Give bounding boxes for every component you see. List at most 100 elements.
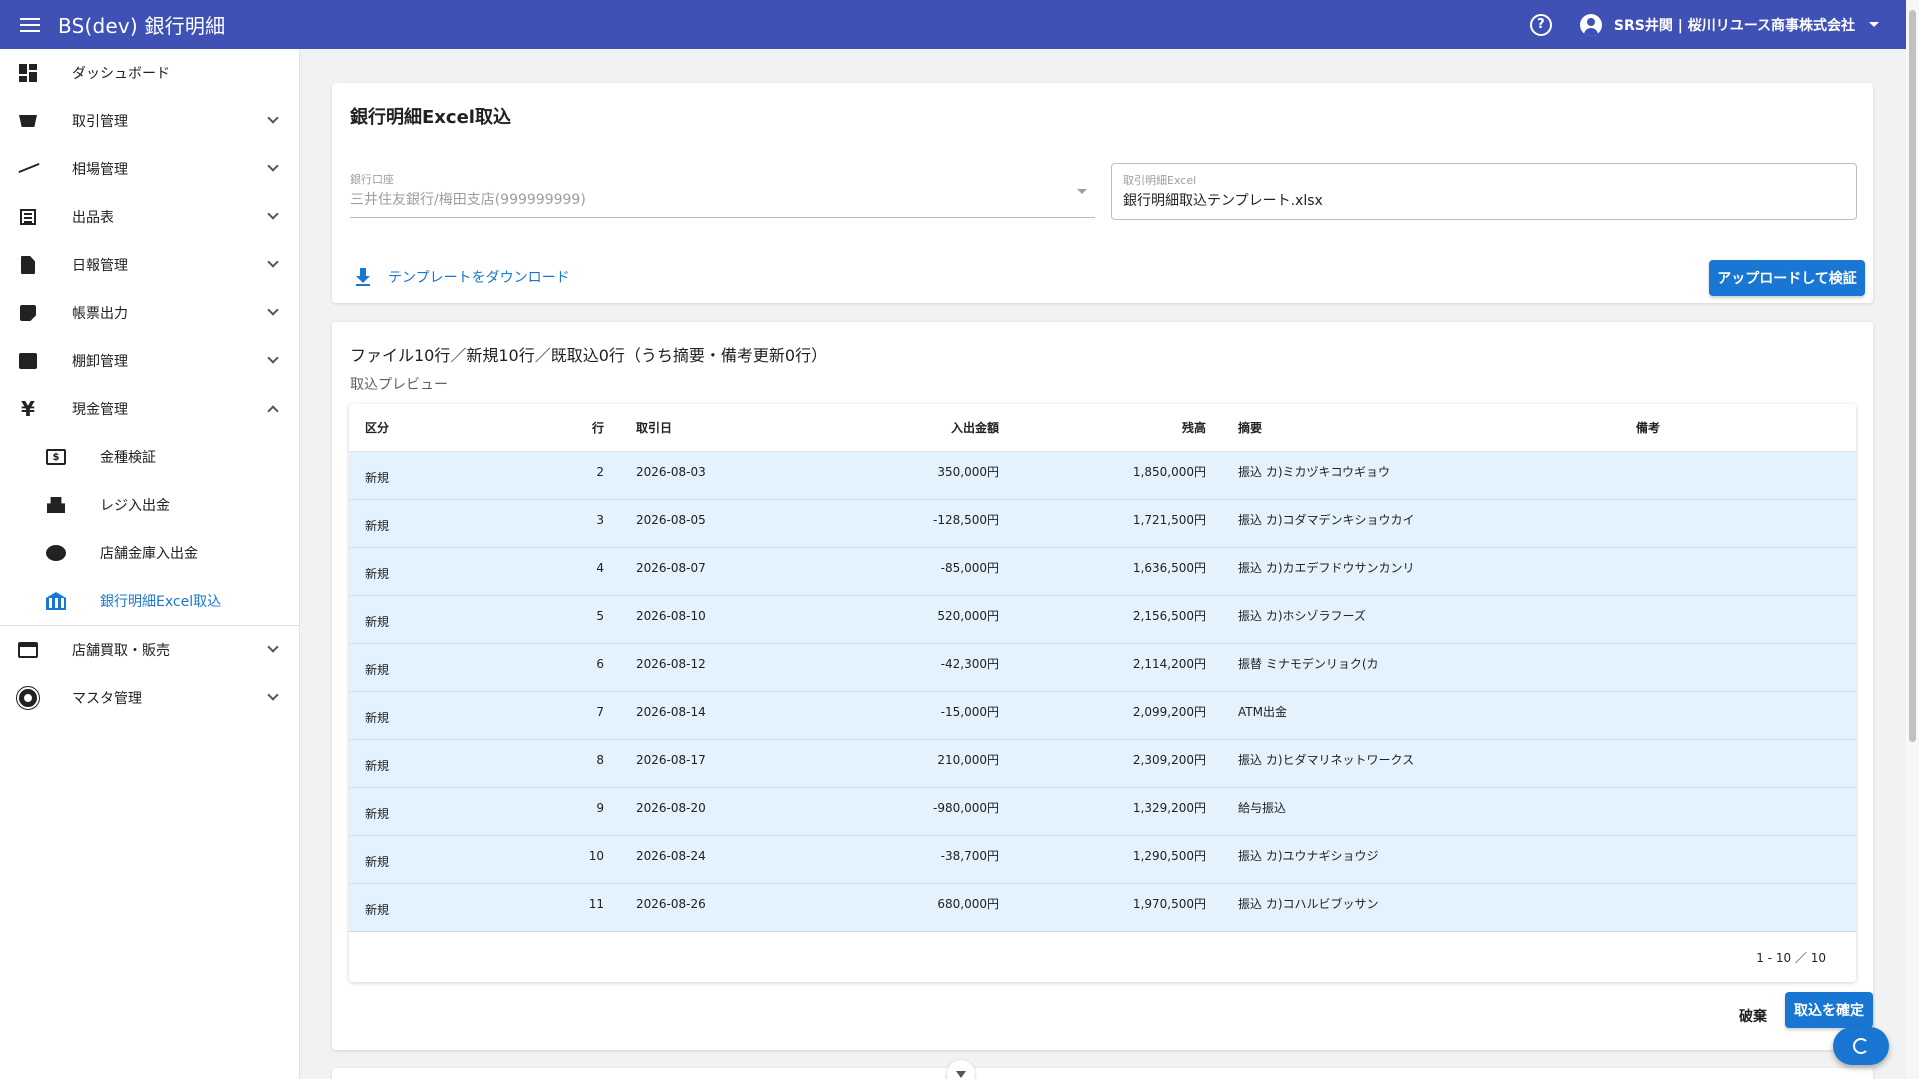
table-row[interactable]: 新規 4 2026-08-07 -85,000円 1,636,500円 振込 カ)カエデフ…: [349, 548, 1856, 596]
column-header-amount[interactable]: 入出金額: [779, 419, 999, 436]
column-header-note[interactable]: 備考: [1636, 419, 1836, 436]
cell-row: 3: [596, 512, 604, 527]
sidebar-item-master[interactable]: マスタ管理: [0, 674, 299, 722]
cell-date: 2026-08-07: [636, 560, 706, 575]
scrollbar-thumb[interactable]: [1909, 10, 1916, 742]
sidebar-item-register-cash[interactable]: レジ入出金: [0, 481, 299, 529]
help-icon[interactable]: ?: [1529, 13, 1552, 36]
sidebar-item-cash[interactable]: ¥ 現金管理: [0, 385, 299, 433]
column-header-description[interactable]: 摘要: [1206, 419, 1636, 436]
cell-kubun: 新規: [365, 615, 390, 629]
sidebar-item-bank-import[interactable]: 銀行明細Excel取込: [0, 577, 299, 625]
sidebar-item-label: 金種検証: [100, 450, 156, 466]
cell-row: 10: [588, 848, 604, 863]
store-icon: [18, 640, 38, 660]
column-header-balance[interactable]: 残高: [999, 419, 1206, 436]
pagination-info: 1 - 10 ／ 10: [1756, 951, 1826, 965]
sidebar-item-daily-report[interactable]: 日報管理: [0, 241, 299, 289]
cell-date: 2026-08-26: [636, 896, 706, 911]
confirm-import-button[interactable]: 取込を確定: [1785, 992, 1873, 1028]
cell-date: 2026-08-17: [636, 752, 706, 767]
trending-icon: [18, 159, 38, 179]
yen-icon: ¥: [21, 397, 35, 421]
sidebar-item-forms[interactable]: 帳票出力: [0, 289, 299, 337]
cell-kubun: 新規: [365, 663, 390, 677]
cell-description: 給与振込: [1238, 801, 1287, 815]
cell-date: 2026-08-24: [636, 848, 706, 863]
cell-description: 振込 カ)ユウナギショウジ: [1238, 849, 1379, 863]
cell-balance: 1,636,500円: [1132, 561, 1206, 575]
refresh-icon: [1853, 1038, 1869, 1054]
cell-description: 振込 カ)コハルビブッサン: [1238, 897, 1379, 911]
excel-file-label: 取引明細Excel: [1123, 174, 1197, 187]
sidebar-item-transactions[interactable]: 取引管理: [0, 97, 299, 145]
cell-date: 2026-08-20: [636, 800, 706, 815]
chevron-down-icon: [267, 208, 279, 220]
sidebar-item-dashboard[interactable]: ダッシュボード: [0, 49, 299, 97]
list-icon: [18, 207, 38, 227]
cell-balance: 2,309,200円: [1132, 753, 1206, 767]
table-row[interactable]: 新規 8 2026-08-17 210,000円 2,309,200円 振込 カ)ヒダマリ…: [349, 740, 1856, 788]
sidebar-item-store-safe[interactable]: 店舗金庫入出金: [0, 529, 299, 577]
table-row[interactable]: 新規 9 2026-08-20 -980,000円 1,329,200円 給与振込: [349, 788, 1856, 836]
sidebar-item-label: 店舗金庫入出金: [100, 546, 198, 562]
refresh-fab[interactable]: [1833, 1027, 1889, 1065]
cell-amount: -42,300円: [940, 657, 999, 671]
sidebar-item-label: 日報管理: [72, 258, 128, 274]
import-card: 銀行明細Excel取込 銀行口座 三井住友銀行/梅田支店(999999999) …: [332, 83, 1873, 303]
table-row[interactable]: 新規 6 2026-08-12 -42,300円 2,114,200円 振替 ミナモデンリ…: [349, 644, 1856, 692]
piggy-bank-icon: [46, 543, 66, 563]
menu-icon[interactable]: [16, 11, 44, 39]
cell-description: 振込 カ)コダマデンキショウカイ: [1238, 513, 1415, 527]
table-row[interactable]: 新規 10 2026-08-24 -38,700円 1,290,500円 振込 カ)ユウナ…: [349, 836, 1856, 884]
upload-verify-button[interactable]: アップロードして検証: [1709, 260, 1865, 296]
sidebar-item-store-trade[interactable]: 店舗買取・販売: [0, 626, 299, 674]
dashboard-icon: [18, 63, 38, 83]
cell-description: 振込 カ)ヒダマリネットワークス: [1238, 753, 1415, 767]
discard-button[interactable]: 破棄: [1739, 998, 1767, 1034]
table-row[interactable]: 新規 5 2026-08-10 520,000円 2,156,500円 振込 カ)ホシゾラ…: [349, 596, 1856, 644]
sidebar-item-listing[interactable]: 出品表: [0, 193, 299, 241]
cell-amount: -128,500円: [933, 513, 999, 527]
table-row[interactable]: 新規 11 2026-08-26 680,000円 1,970,500円 振込 カ)コハル…: [349, 884, 1856, 932]
user-name[interactable]: SRS井関 | 桜川リユース商事株式会社: [1614, 15, 1855, 35]
download-template-link[interactable]: テンプレートをダウンロード: [350, 267, 570, 287]
preview-table: 区分 行 取引日 入出金額 残高 摘要 備考 新規 2 2026-08-03 350,…: [349, 404, 1856, 982]
cell-balance: 2,099,200円: [1132, 705, 1206, 719]
cell-balance: 1,329,200円: [1132, 801, 1206, 815]
import-summary: ファイル10行／新規10行／既取込0行（うち摘要・備考更新0行）: [350, 346, 828, 365]
column-header-date[interactable]: 取引日: [604, 419, 779, 436]
chevron-down-icon: [267, 304, 279, 316]
cell-balance: 1,721,500円: [1132, 513, 1206, 527]
cell-balance: 1,290,500円: [1132, 849, 1206, 863]
column-header-kubun[interactable]: 区分: [349, 419, 479, 436]
cell-balance: 1,850,000円: [1132, 465, 1206, 479]
cell-balance: 2,114,200円: [1132, 657, 1206, 671]
cell-row: 4: [596, 560, 604, 575]
bank-account-value: 三井住友銀行/梅田支店(999999999): [350, 192, 586, 208]
cell-kubun: 新規: [365, 711, 390, 725]
dropdown-arrow-icon: [1077, 189, 1087, 194]
cell-amount: -38,700円: [940, 849, 999, 863]
chevron-down-icon: [267, 689, 279, 701]
cell-balance: 1,970,500円: [1132, 897, 1206, 911]
cell-row: 9: [596, 800, 604, 815]
excel-file-input[interactable]: 取引明細Excel 銀行明細取込テンプレート.xlsx: [1111, 163, 1857, 220]
chevron-down-icon: [267, 112, 279, 124]
table-row[interactable]: 新規 2 2026-08-03 350,000円 1,850,000円 振込 カ)ミカヅキ…: [349, 452, 1856, 500]
sidebar-item-market[interactable]: 相場管理: [0, 145, 299, 193]
scroll-down-button[interactable]: [947, 1060, 975, 1079]
cell-description: 振込 カ)ホシゾラフーズ: [1238, 609, 1366, 623]
sidebar-item-denomination-check[interactable]: $ 金種検証: [0, 433, 299, 481]
cell-row: 7: [596, 704, 604, 719]
table-header: 区分 行 取引日 入出金額 残高 摘要 備考: [349, 404, 1856, 452]
next-card: [332, 1068, 1873, 1079]
column-header-row[interactable]: 行: [479, 419, 604, 436]
table-row[interactable]: 新規 3 2026-08-05 -128,500円 1,721,500円 振込 カ)コダマ…: [349, 500, 1856, 548]
chevron-down-icon[interactable]: [1869, 22, 1879, 27]
page-scrollbar[interactable]: [1906, 0, 1919, 1079]
bank-account-select[interactable]: 銀行口座 三井住友銀行/梅田支店(999999999): [350, 163, 1095, 218]
sidebar-item-inventory[interactable]: 棚卸管理: [0, 337, 299, 385]
account-icon[interactable]: [1579, 13, 1602, 36]
table-row[interactable]: 新規 7 2026-08-14 -15,000円 2,099,200円 ATM出金: [349, 692, 1856, 740]
